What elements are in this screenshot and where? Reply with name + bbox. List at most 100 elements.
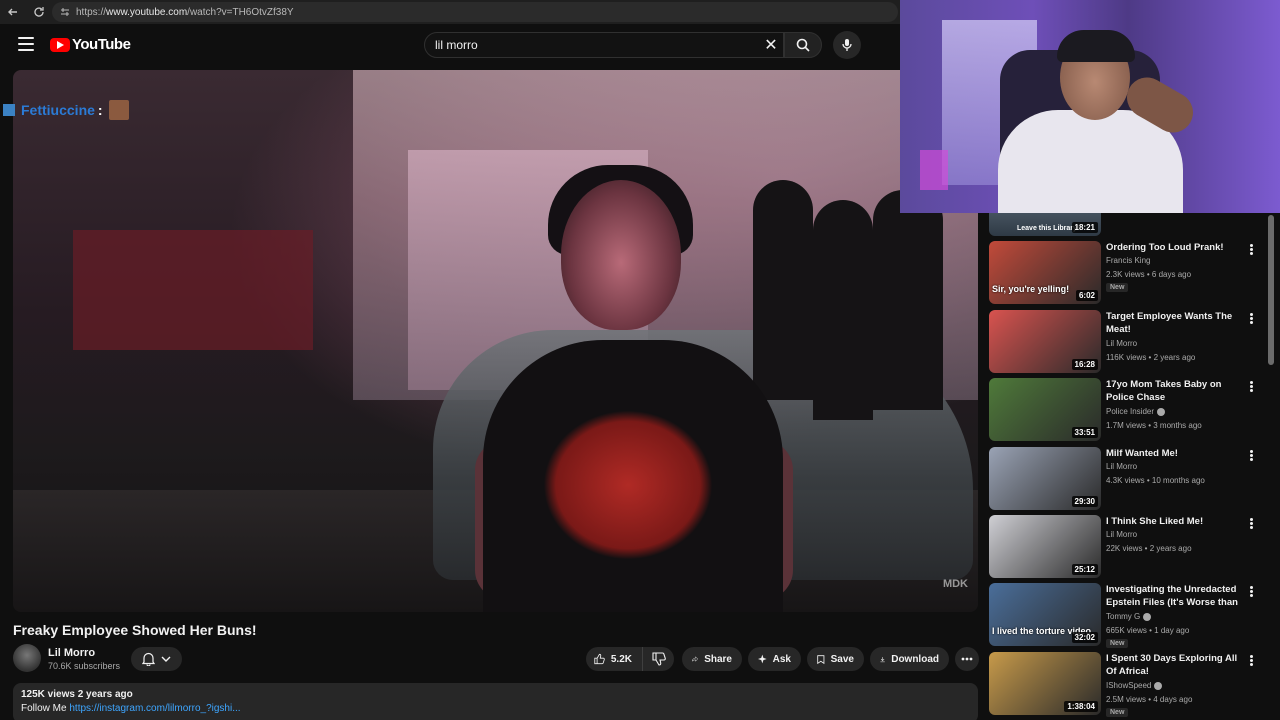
recommendation-meta: 22K views • 2 years ago [1106, 544, 1192, 553]
browser-toolbar: https://www.youtube.com/watch?v=TH6OtvZf… [0, 0, 900, 24]
recommendation-item[interactable]: Sir, you're yelling! 6:02 Ordering Too Lou… [989, 241, 1269, 305]
recommendation-meta: 2.3K views • 6 days ago [1106, 270, 1192, 279]
webcam-pc-light [920, 150, 948, 190]
recommendation-thumbnail[interactable]: I lived the torture video 32:02 [989, 583, 1101, 646]
chat-username: Fettiuccine [21, 102, 95, 118]
subscriber-count: 70.6K subscribers [48, 661, 121, 671]
verified-check-icon [1157, 407, 1166, 416]
save-label: Save [830, 653, 854, 665]
more-vertical-icon[interactable] [1245, 241, 1257, 257]
channel-name: Lil Morro [1106, 462, 1138, 471]
more-vertical-icon[interactable] [1245, 583, 1257, 599]
clear-search-icon[interactable]: ✕ [760, 34, 782, 56]
video-duration: 6:02 [1075, 290, 1098, 301]
youtube-play-icon [50, 37, 70, 52]
channel-name: Lil Morro [1106, 530, 1138, 539]
search-input[interactable]: lil morro [424, 32, 784, 58]
recommendation-thumbnail[interactable]: 29:30 [989, 447, 1101, 510]
chevron-down-icon [161, 656, 171, 662]
like-count: 5.2K [610, 653, 632, 665]
recommendations-scrollbar[interactable] [1268, 215, 1274, 365]
recommendation-title[interactable]: Ordering Too Loud Prank! [1106, 241, 1241, 254]
save-button[interactable]: Save [807, 647, 864, 671]
description-line: Follow Me https://instagram.com/lilmorro… [21, 703, 970, 714]
recommendation-thumbnail[interactable]: Leave this Library! 18:21 [989, 213, 1101, 236]
youtube-logo[interactable]: YouTube [50, 36, 131, 53]
recommendation-item[interactable]: 33:51 17yo Mom Takes Baby on Police Chase… [989, 378, 1269, 442]
description-box[interactable]: 125K views 2 years ago Follow Me https:/… [13, 683, 978, 720]
share-label: Share [704, 653, 732, 665]
more-vertical-icon[interactable] [1245, 652, 1257, 668]
thumbs-up-icon [594, 653, 605, 665]
video-frame-shirt-print [543, 410, 713, 560]
share-button[interactable]: Share [682, 647, 742, 671]
recommendation-title[interactable]: I Think She Liked Me! [1106, 515, 1241, 528]
search-button[interactable] [784, 32, 822, 58]
video-frame-bystander [753, 180, 813, 400]
dislike-button[interactable] [642, 647, 674, 671]
voice-search-button[interactable] [833, 31, 861, 59]
channel-name[interactable]: Lil Morro [48, 647, 95, 659]
recommendation-meta: 4.3K views • 10 months ago [1106, 476, 1205, 485]
recommendation-item[interactable]: 16:28 Target Employee Wants The Meat! Lil … [989, 310, 1269, 374]
channel-name: Police Insider [1106, 407, 1155, 416]
recommendation-thumbnail[interactable]: 25:12 [989, 515, 1101, 578]
new-badge: New [1106, 639, 1129, 648]
video-title: Freaky Employee Showed Her Buns! [13, 622, 257, 638]
recommendation-item[interactable]: 29:30 Milf Wanted Me! Lil Morro 4.3K views … [989, 447, 1269, 511]
more-horizontal-icon [961, 657, 973, 661]
recommendation-channel[interactable]: IShowSpeed [1106, 681, 1163, 690]
recommendation-thumbnail[interactable]: Sir, you're yelling! 6:02 [989, 241, 1101, 304]
video-duration: 29:30 [1071, 496, 1098, 507]
recommendation-title[interactable]: Milf Wanted Me! [1106, 447, 1241, 460]
site-info-icon[interactable] [60, 7, 70, 17]
recommendation-channel[interactable]: Lil Morro [1106, 462, 1137, 471]
more-vertical-icon[interactable] [1245, 447, 1257, 463]
ask-button[interactable]: Ask [748, 647, 801, 671]
recommendation-channel[interactable]: Police Insider [1106, 407, 1166, 416]
channel-name: IShowSpeed [1106, 681, 1152, 690]
recommendation-meta: 665K views • 1 day ago [1106, 626, 1190, 635]
reload-icon[interactable] [28, 1, 50, 23]
instagram-link[interactable]: https://instagram.com/lilmorro_?igshi... [69, 703, 240, 714]
recommendation-thumbnail[interactable]: 16:28 [989, 310, 1101, 373]
download-icon [880, 656, 885, 662]
sparkle-icon [758, 654, 767, 664]
recommendation-title[interactable]: 17yo Mom Takes Baby on Police Chase [1106, 378, 1241, 404]
recommendation-item[interactable]: 25:12 I Think She Liked Me! Lil Morro 22K v… [989, 515, 1269, 579]
channel-name: Lil Morro [1106, 339, 1138, 348]
recommendation-title[interactable]: Target Employee Wants The Meat! [1106, 310, 1241, 336]
notification-bell-button[interactable] [131, 647, 182, 671]
more-vertical-icon[interactable] [1245, 310, 1257, 326]
url-path: /watch?v=TH6OtvZf38Y [187, 6, 294, 18]
ask-label: Ask [772, 653, 791, 665]
recommendation-thumbnail[interactable]: 33:51 [989, 378, 1101, 441]
recommendation-channel[interactable]: Francis King [1106, 256, 1150, 265]
like-button[interactable]: 5.2K [586, 647, 642, 671]
recommendation-item[interactable]: 1:38:04 I Spent 30 Days Exploring All Of … [989, 652, 1269, 717]
recommendation-item[interactable]: I lived the torture video 32:02 Investigat… [989, 583, 1269, 648]
new-badge: New [1106, 708, 1129, 717]
video-duration: 32:02 [1071, 632, 1098, 643]
share-icon [692, 656, 699, 662]
recommendation-thumbnail[interactable]: 1:38:04 [989, 652, 1101, 715]
recommendation-channel[interactable]: Tommy G [1106, 612, 1152, 621]
more-vertical-icon[interactable] [1245, 378, 1257, 394]
more-actions-button[interactable] [955, 647, 979, 671]
recommendation-title[interactable]: Investigating the Unredacted Epstein Fil… [1106, 583, 1241, 609]
bell-icon [142, 652, 155, 666]
recommendation-channel[interactable]: Lil Morro [1106, 339, 1137, 348]
channel-avatar[interactable] [13, 644, 41, 672]
recommendation-meta: 2.5M views • 4 days ago [1106, 695, 1193, 704]
more-vertical-icon[interactable] [1245, 515, 1257, 531]
back-icon[interactable] [2, 1, 24, 23]
recommendation-title[interactable]: I Spent 30 Days Exploring All Of Africa! [1106, 652, 1241, 678]
recommendation-channel[interactable]: Lil Morro [1106, 530, 1137, 539]
address-bar[interactable]: https://www.youtube.com/watch?v=TH6OtvZf… [52, 2, 898, 22]
video-duration: 25:12 [1071, 564, 1098, 575]
download-button[interactable]: Download [870, 647, 949, 671]
video-player[interactable]: MDK [13, 70, 978, 612]
hamburger-menu-icon[interactable] [18, 37, 34, 51]
recommendation-meta: 1.7M views • 3 months ago [1106, 421, 1202, 430]
streamer-webcam [900, 0, 1280, 213]
